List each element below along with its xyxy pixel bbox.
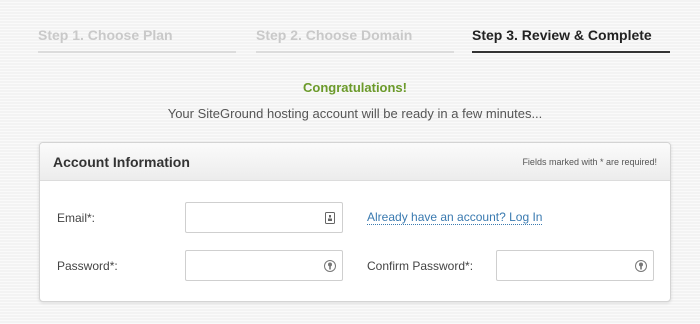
step-choose-domain: Step 2. Choose Domain [256,27,454,53]
email-field-box [185,202,343,233]
step-choose-plan: Step 1. Choose Plan [38,27,236,53]
progress-steps: Step 1. Choose Plan Step 2. Choose Domai… [0,0,700,60]
confirm-password-field-box [496,250,654,281]
password-field[interactable] [186,251,342,280]
panel-header: Account Information Fields marked with *… [40,143,670,181]
panel-title: Account Information [53,154,190,170]
confirm-password-label: Confirm Password*: [367,259,474,273]
contact-card-icon [325,212,335,224]
required-fields-note: Fields marked with * are required! [522,157,657,167]
congratulations-heading: Congratulations! [303,80,407,95]
key-icon [635,260,647,272]
email-field[interactable] [186,203,342,232]
password-field-box [185,250,343,281]
step-review-complete: Step 3. Review & Complete [472,27,670,53]
account-information-panel: Account Information Fields marked with *… [39,142,671,302]
ready-message: Your SiteGround hosting account will be … [167,106,543,121]
password-label: Password*: [57,259,118,273]
login-link[interactable]: Already have an account? Log In [367,210,543,225]
confirm-password-field[interactable] [497,251,653,280]
email-label: Email*: [57,211,96,225]
key-icon [324,260,336,272]
